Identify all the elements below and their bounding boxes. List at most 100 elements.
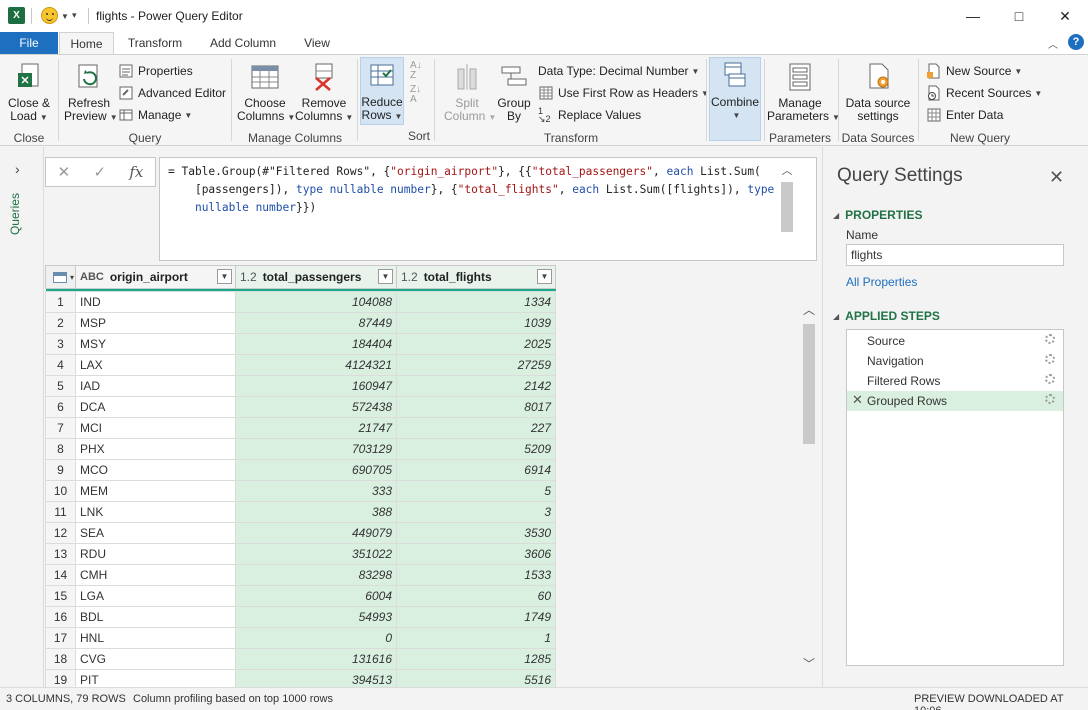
tab-add-column[interactable]: Add Column	[200, 32, 286, 55]
data-type-button[interactable]: Data Type: Decimal Number ▼	[538, 61, 699, 81]
decimal-type-icon[interactable]: 1.2	[401, 270, 418, 284]
step-settings-gear-icon[interactable]	[1045, 334, 1055, 344]
decimal-type-icon[interactable]: 1.2	[240, 270, 257, 284]
properties-section-header[interactable]: ◢ PROPERTIES	[833, 208, 923, 222]
grid-vertical-scrollbar[interactable]: ︿ ﹀	[801, 297, 817, 673]
cell-total-flights[interactable]: 3530	[396, 522, 556, 544]
row-number[interactable]: 1	[45, 291, 76, 313]
enter-data-button[interactable]: Enter Data	[926, 105, 1003, 125]
cell-origin-airport[interactable]: BDL	[75, 606, 236, 628]
row-number[interactable]: 17	[45, 627, 76, 649]
row-number[interactable]: 14	[45, 564, 76, 586]
cell-origin-airport[interactable]: PHX	[75, 438, 236, 460]
cell-total-flights[interactable]: 1	[396, 627, 556, 649]
refresh-preview-button[interactable]: Refresh Preview ▼	[64, 59, 118, 124]
step-navigation[interactable]: Navigation	[847, 351, 1063, 371]
cell-total-passengers[interactable]: 351022	[235, 543, 397, 565]
row-number[interactable]: 16	[45, 606, 76, 628]
cell-origin-airport[interactable]: MCI	[75, 417, 236, 439]
close-and-load-button[interactable]: Close & Load ▼	[4, 59, 54, 124]
applied-steps-section-header[interactable]: ◢ APPLIED STEPS	[833, 309, 940, 323]
cell-origin-airport[interactable]: IND	[75, 291, 236, 313]
cell-total-passengers[interactable]: 21747	[235, 417, 397, 439]
formula-bar[interactable]: = Table.Group(#"Filtered Rows", {"origin…	[159, 157, 817, 261]
tab-file[interactable]: File	[0, 32, 58, 55]
cell-total-passengers[interactable]: 87449	[235, 312, 397, 334]
step-settings-gear-icon[interactable]	[1045, 394, 1055, 404]
cell-total-flights[interactable]: 227	[396, 417, 556, 439]
remove-columns-button[interactable]: Remove Columns ▼	[295, 59, 353, 124]
formula-scrollbar[interactable]: ︿	[780, 162, 794, 232]
cell-total-flights[interactable]: 2142	[396, 375, 556, 397]
step-settings-gear-icon[interactable]	[1045, 354, 1055, 364]
row-number[interactable]: 9	[45, 459, 76, 481]
manage-parameters-button[interactable]: Manage Parameters ▼	[767, 59, 840, 124]
cell-origin-airport[interactable]: RDU	[75, 543, 236, 565]
cell-origin-airport[interactable]: SEA	[75, 522, 236, 544]
cell-total-passengers[interactable]: 572438	[235, 396, 397, 418]
cell-total-flights[interactable]: 1749	[396, 606, 556, 628]
scroll-down-icon[interactable]: ﹀	[803, 655, 815, 672]
cell-origin-airport[interactable]: MSY	[75, 333, 236, 355]
replace-values-button[interactable]: 1 ↘2 Replace Values	[538, 105, 641, 125]
step-source[interactable]: Source	[847, 331, 1063, 351]
help-icon[interactable]: ?	[1068, 34, 1084, 50]
properties-button[interactable]: Properties	[118, 61, 193, 81]
step-filtered-rows[interactable]: Filtered Rows	[847, 371, 1063, 391]
cell-origin-airport[interactable]: LAX	[75, 354, 236, 376]
group-by-button[interactable]: Group By	[492, 59, 536, 123]
column-header-total-flights[interactable]: 1.2 total_flights ▼	[396, 265, 556, 289]
step-settings-gear-icon[interactable]	[1045, 374, 1055, 384]
minimize-button[interactable]: —	[950, 0, 996, 32]
all-properties-link[interactable]: All Properties	[846, 275, 917, 289]
column-header-origin-airport[interactable]: ABC origin_airport ▼	[75, 265, 236, 289]
step-grouped-rows[interactable]: ✕ Grouped Rows	[847, 391, 1063, 411]
cell-total-flights[interactable]: 5	[396, 480, 556, 502]
choose-columns-button[interactable]: Choose Columns ▼	[237, 59, 295, 124]
cell-total-passengers[interactable]: 184404	[235, 333, 397, 355]
cell-origin-airport[interactable]: DCA	[75, 396, 236, 418]
new-source-button[interactable]: New Source ▼	[926, 61, 1022, 81]
cell-total-passengers[interactable]: 388	[235, 501, 397, 523]
row-number[interactable]: 15	[45, 585, 76, 607]
filter-dropdown-icon[interactable]: ▼	[217, 269, 232, 284]
row-number[interactable]: 6	[45, 396, 76, 418]
cell-total-flights[interactable]: 1334	[396, 291, 556, 313]
row-number[interactable]: 2	[45, 312, 76, 334]
tab-home[interactable]: Home	[59, 32, 114, 55]
row-number[interactable]: 5	[45, 375, 76, 397]
fx-icon[interactable]: fx	[129, 163, 143, 181]
cell-origin-airport[interactable]: CMH	[75, 564, 236, 586]
cell-origin-airport[interactable]: CVG	[75, 648, 236, 670]
formula-cancel-icon[interactable]: ✕	[58, 163, 71, 181]
cell-origin-airport[interactable]: HNL	[75, 627, 236, 649]
cell-total-flights[interactable]: 1533	[396, 564, 556, 586]
advanced-editor-button[interactable]: Advanced Editor	[118, 83, 226, 103]
sort-descending-button[interactable]: Z↓ A	[410, 85, 421, 105]
manage-button[interactable]: Manage ▼	[118, 105, 192, 125]
table-menu-header[interactable]: ▾	[45, 265, 76, 289]
scroll-thumb[interactable]	[781, 182, 793, 232]
cell-total-flights[interactable]: 1285	[396, 648, 556, 670]
feedback-caret-icon[interactable]: ▼	[61, 12, 69, 21]
cell-total-flights[interactable]: 5209	[396, 438, 556, 460]
row-number[interactable]: 4	[45, 354, 76, 376]
recent-sources-button[interactable]: Recent Sources ▼	[926, 83, 1042, 103]
cell-total-passengers[interactable]: 690705	[235, 459, 397, 481]
cell-origin-airport[interactable]: LNK	[75, 501, 236, 523]
queries-label[interactable]: Queries	[8, 193, 22, 235]
status-profiling[interactable]: Column profiling based on top 1000 rows	[133, 693, 333, 705]
tab-view[interactable]: View	[294, 32, 340, 55]
sort-ascending-button[interactable]: A↓ Z	[410, 61, 422, 81]
close-window-button[interactable]: ✕	[1042, 0, 1088, 32]
row-number[interactable]: 13	[45, 543, 76, 565]
cell-total-passengers[interactable]: 54993	[235, 606, 397, 628]
row-number[interactable]: 11	[45, 501, 76, 523]
close-query-settings-icon[interactable]: ✕	[1049, 167, 1064, 188]
maximize-button[interactable]: □	[996, 0, 1042, 32]
cell-total-passengers[interactable]: 83298	[235, 564, 397, 586]
row-number[interactable]: 8	[45, 438, 76, 460]
cell-total-flights[interactable]: 3	[396, 501, 556, 523]
combine-button[interactable]: Combine ▼	[709, 57, 761, 141]
filter-dropdown-icon[interactable]: ▼	[537, 269, 552, 284]
